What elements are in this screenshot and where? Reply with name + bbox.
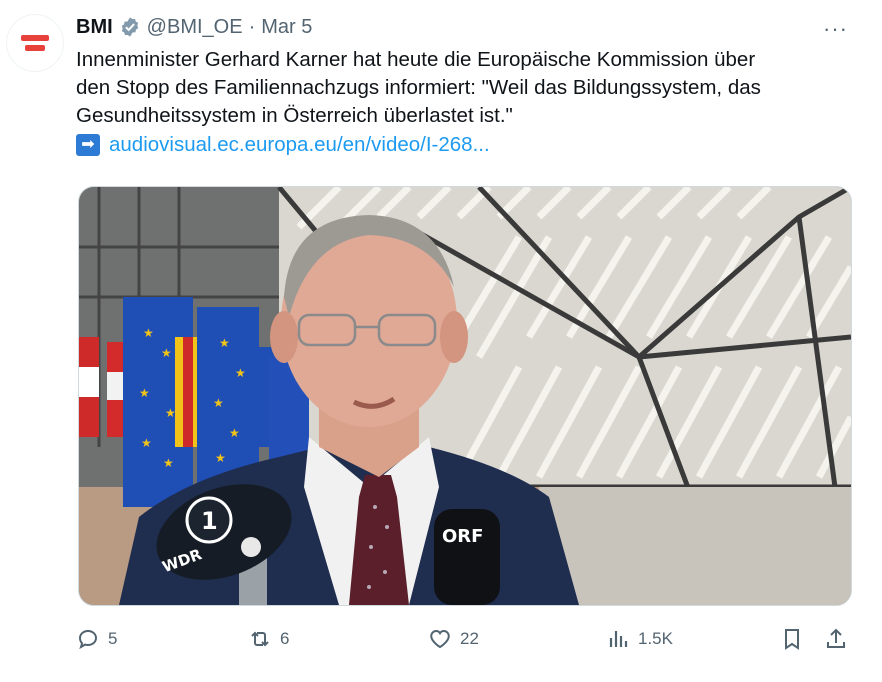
- views-count: 1.5K: [638, 629, 673, 648]
- reply-icon: [78, 629, 98, 650]
- video-frame: ★★★ ★★★ ★★★ ★★ 1 WDR ORF: [79, 187, 851, 605]
- reply-button[interactable]: 5: [76, 622, 117, 656]
- reply-count: 5: [108, 629, 118, 648]
- svg-text:★: ★: [165, 406, 176, 420]
- logo-bar-top: [21, 35, 49, 41]
- video-thumbnail[interactable]: ★ ★ ★ ★ ★ ★ ★ ★ ★ ★ ★ 1 WDR ORF: [78, 186, 852, 606]
- like-count: 22: [460, 629, 479, 648]
- avatar[interactable]: [6, 14, 64, 72]
- svg-text:★: ★: [235, 366, 246, 380]
- share-icon: [827, 628, 845, 648]
- svg-text:★: ★: [143, 326, 154, 340]
- repost-count: 6: [280, 629, 290, 648]
- repost-icon: [251, 631, 269, 647]
- separator-dot: ·: [248, 15, 256, 38]
- svg-text:★: ★: [219, 336, 230, 350]
- video-link[interactable]: audiovisual.ec.europa.eu/en/video/I-268.…: [109, 131, 490, 159]
- svg-text:★: ★: [163, 456, 174, 470]
- views-button[interactable]: 1.5K: [606, 622, 673, 656]
- orf-mic-label: ORF: [442, 526, 483, 547]
- tweet-text: Innenminister Gerhard Karner hat heute d…: [76, 46, 866, 159]
- svg-text:★: ★: [215, 451, 226, 465]
- bookmark-icon: [785, 629, 799, 650]
- bookmark-button[interactable]: [780, 622, 812, 656]
- svg-text:★: ★: [213, 396, 224, 410]
- svg-text:★: ★: [161, 346, 172, 360]
- svg-text:1: 1: [201, 507, 218, 535]
- tweet-text-line: Innenminister Gerhard Karner hat heute d…: [76, 48, 756, 71]
- like-button[interactable]: 22: [428, 622, 479, 656]
- author-name[interactable]: BMI: [76, 16, 113, 39]
- heart-icon: [430, 629, 450, 649]
- author-handle[interactable]: @BMI_OE: [147, 16, 243, 39]
- logo-bar-bottom: [25, 45, 45, 51]
- views-chart-icon: [609, 631, 628, 647]
- tweet-date[interactable]: Mar 5: [261, 16, 312, 39]
- link-line: ➡ audiovisual.ec.europa.eu/en/video/I-26…: [76, 131, 866, 159]
- tweet-text-line: Gesundheitssystem in Österreich überlast…: [76, 104, 513, 127]
- more-options-icon[interactable]: ···: [823, 16, 848, 42]
- verified-badge-icon: [119, 16, 141, 38]
- svg-text:★: ★: [141, 436, 152, 450]
- tweet-text-line: den Stopp des Familiennachzugs informier…: [76, 76, 761, 99]
- svg-text:★: ★: [229, 426, 240, 440]
- svg-text:★: ★: [139, 386, 150, 400]
- share-button[interactable]: [824, 622, 856, 656]
- right-arrow-emoji-icon: ➡: [76, 134, 100, 156]
- tweet-header: BMI @BMI_OE · Mar 5 ···: [76, 14, 862, 42]
- action-bar: 5 6 22 1.5K: [76, 622, 856, 656]
- repost-button[interactable]: 6: [248, 622, 289, 656]
